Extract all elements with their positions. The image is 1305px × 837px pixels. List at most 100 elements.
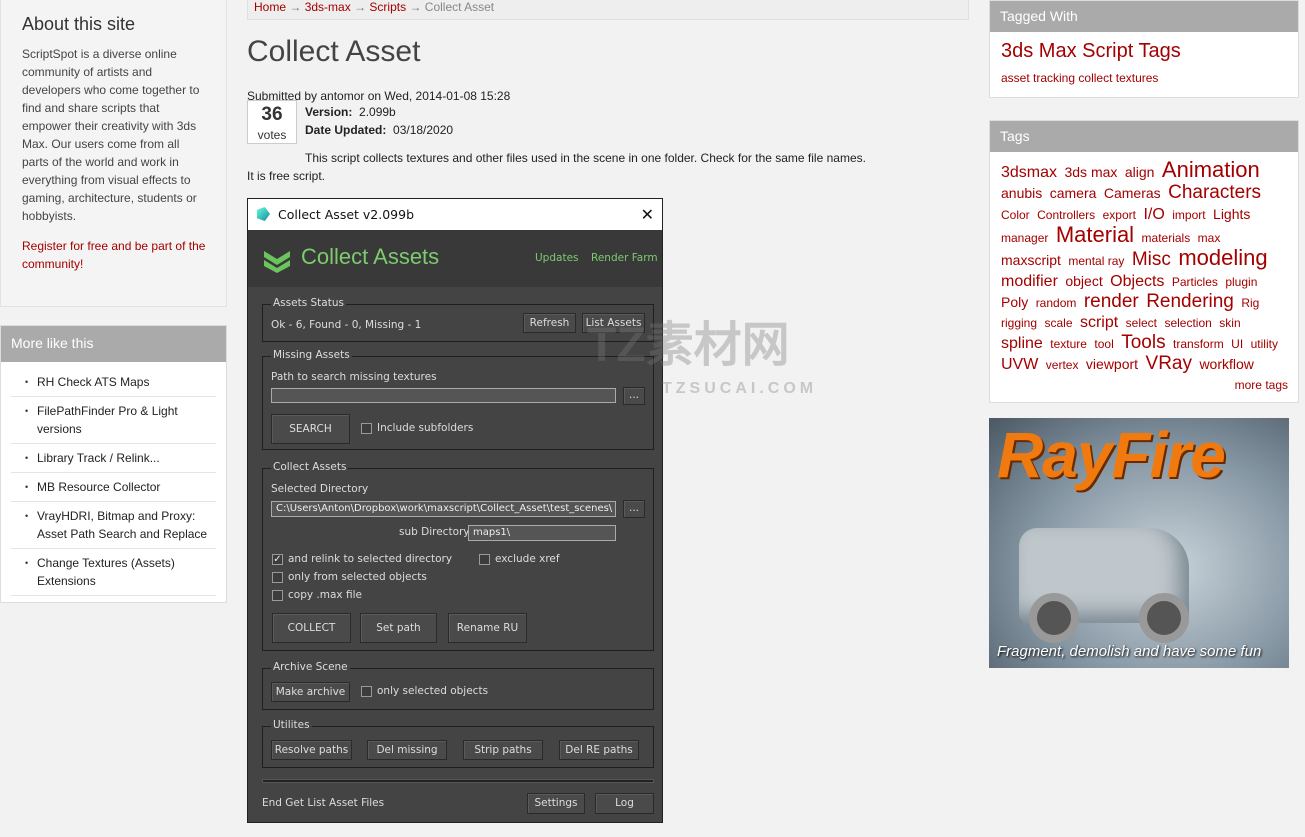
tag-link[interactable]: Cameras xyxy=(1104,185,1161,201)
tag-link[interactable]: I/O xyxy=(1143,206,1164,223)
copy-max-checkbox[interactable] xyxy=(272,590,283,601)
tag-link[interactable]: plugin xyxy=(1225,275,1257,289)
register-link[interactable]: Register for free and be part of the com… xyxy=(22,239,205,271)
tag-link[interactable]: 3ds max xyxy=(1064,164,1117,180)
tag-link[interactable]: transform xyxy=(1173,337,1224,351)
tag-link[interactable]: Misc xyxy=(1132,249,1171,270)
tag-link[interactable]: Lights xyxy=(1213,206,1250,222)
related-link[interactable]: VrayHDRI, Bitmap and Proxy: Asset Path S… xyxy=(11,502,216,549)
tag-link[interactable]: Characters xyxy=(1168,182,1261,203)
tag-link[interactable]: skin xyxy=(1219,316,1240,330)
only-selected-archive-checkbox[interactable] xyxy=(361,686,372,697)
ad-brand: RayFire xyxy=(997,419,1226,491)
tag-link[interactable]: import xyxy=(1172,208,1205,222)
del-re-paths-button[interactable]: Del RE paths xyxy=(559,740,639,760)
related-link[interactable]: MB Resource Collector xyxy=(11,473,216,502)
tag-link[interactable]: Rendering xyxy=(1146,291,1234,312)
render-farm-link[interactable]: Render Farm xyxy=(591,252,658,264)
tag-link[interactable]: asset tracking xyxy=(1001,71,1075,85)
related-link[interactable]: Change Textures (Assets) Extensions xyxy=(11,549,216,596)
tag-link[interactable]: tool xyxy=(1094,337,1113,351)
close-icon[interactable]: ✕ xyxy=(641,199,654,230)
related-link[interactable]: FilePathFinder Pro & Light versions xyxy=(11,397,216,444)
submitted-info: Submitted by antomor on Wed, 2014-01-08 … xyxy=(247,89,511,103)
tag-link[interactable]: selection xyxy=(1164,316,1211,330)
tag-link[interactable]: render xyxy=(1084,291,1139,312)
breadcrumb-3ds-max[interactable]: 3ds-max xyxy=(305,0,351,14)
tag-link[interactable]: Objects xyxy=(1110,273,1164,290)
tag-link[interactable]: workflow xyxy=(1199,356,1253,372)
collect-button[interactable]: COLLECT xyxy=(272,613,351,643)
make-archive-button[interactable]: Make archive xyxy=(271,682,350,702)
rename-ru-button[interactable]: Rename RU xyxy=(448,613,527,643)
tag-link[interactable]: scale xyxy=(1044,316,1072,330)
more-tags-link[interactable]: more tags xyxy=(1001,378,1288,392)
exclude-xref-checkbox[interactable] xyxy=(479,554,490,565)
vote-widget[interactable]: 36 votes xyxy=(247,100,297,144)
tag-link[interactable]: max xyxy=(1198,231,1221,245)
tag-link[interactable]: Rig xyxy=(1241,296,1259,310)
include-subfolders-label: Include subfolders xyxy=(377,422,474,434)
resolve-paths-button[interactable]: Resolve paths xyxy=(271,740,352,760)
tag-link[interactable]: Tools xyxy=(1121,332,1165,353)
tag-link[interactable]: UVW xyxy=(1001,356,1038,373)
breadcrumb-home[interactable]: Home xyxy=(254,0,286,14)
tag-link[interactable]: VRay xyxy=(1146,353,1192,374)
updates-link[interactable]: Updates xyxy=(535,252,579,264)
related-link[interactable]: Library Track / Relink... xyxy=(11,444,216,473)
tag-link[interactable]: mental ray xyxy=(1068,254,1124,268)
tagged-with-box: Tagged With 3ds Max Script Tags asset tr… xyxy=(989,0,1299,98)
set-path-button[interactable]: Set path xyxy=(360,613,437,643)
tag-link[interactable]: modifier xyxy=(1001,273,1058,290)
strip-paths-button[interactable]: Strip paths xyxy=(463,740,543,760)
include-subfolders-checkbox[interactable] xyxy=(361,423,372,434)
tag-link[interactable]: collect textures xyxy=(1078,71,1158,85)
tag-link[interactable]: Animation xyxy=(1162,157,1260,182)
tag-link[interactable]: texture xyxy=(1050,337,1087,351)
tag-link[interactable]: Particles xyxy=(1172,275,1218,289)
settings-button[interactable]: Settings xyxy=(527,793,585,814)
tag-link[interactable]: viewport xyxy=(1086,356,1138,372)
log-button[interactable]: Log xyxy=(595,793,654,814)
tag-link[interactable]: anubis xyxy=(1001,185,1042,201)
related-link[interactable]: RH Check ATS Maps xyxy=(11,368,216,397)
sub-directory-input[interactable]: maps1\ xyxy=(468,525,616,541)
relink-checkbox[interactable]: ✓ xyxy=(272,554,283,565)
footer-status: End Get List Asset Files xyxy=(262,797,385,809)
tag-link[interactable]: Material xyxy=(1056,222,1134,247)
tag-link[interactable]: Controllers xyxy=(1037,208,1095,222)
tag-link[interactable]: Poly xyxy=(1001,294,1028,310)
list-assets-button[interactable]: List Assets xyxy=(582,313,645,333)
group-legend: Assets Status xyxy=(271,297,346,309)
tag-link[interactable]: export xyxy=(1103,208,1136,222)
browse-search-path-button[interactable]: ... xyxy=(623,387,645,405)
rayfire-ad-banner[interactable]: RayFire Fragment, demolish and have some… xyxy=(989,418,1289,668)
tag-link[interactable]: camera xyxy=(1050,185,1097,201)
breadcrumb-scripts[interactable]: Scripts xyxy=(369,0,406,14)
tag-link[interactable]: rigging xyxy=(1001,316,1037,330)
only-selected-label: only from selected objects xyxy=(288,571,427,583)
search-path-input[interactable] xyxy=(271,388,616,403)
tag-link[interactable]: align xyxy=(1125,164,1155,180)
search-button[interactable]: SEARCH xyxy=(271,414,350,444)
tag-link[interactable]: random xyxy=(1036,296,1077,310)
tag-link[interactable]: Color xyxy=(1001,208,1030,222)
del-missing-button[interactable]: Del missing xyxy=(367,740,447,760)
tag-link[interactable]: script xyxy=(1080,314,1118,331)
only-selected-objects-checkbox[interactable] xyxy=(272,572,283,583)
tag-link[interactable]: modeling xyxy=(1178,245,1267,270)
browse-directory-button[interactable]: ... xyxy=(623,500,645,518)
refresh-button[interactable]: Refresh xyxy=(523,313,576,333)
tag-link[interactable]: utility xyxy=(1251,337,1278,351)
tag-link[interactable]: materials xyxy=(1142,231,1191,245)
script-meta: Version: 2.099b Date Updated: 03/18/2020 xyxy=(305,103,453,139)
tag-link[interactable]: 3dsmax xyxy=(1001,164,1057,181)
selected-directory-input[interactable]: C:\Users\Anton\Dropbox\work\maxscript\Co… xyxy=(271,501,616,517)
tag-link[interactable]: select xyxy=(1126,316,1157,330)
tag-link[interactable]: spline xyxy=(1001,335,1043,352)
tag-link[interactable]: manager xyxy=(1001,231,1048,245)
tag-link[interactable]: maxscript xyxy=(1001,252,1061,268)
tag-link[interactable]: object xyxy=(1065,273,1102,289)
tag-link[interactable]: UI xyxy=(1231,337,1243,351)
tag-link[interactable]: vertex xyxy=(1046,358,1079,372)
